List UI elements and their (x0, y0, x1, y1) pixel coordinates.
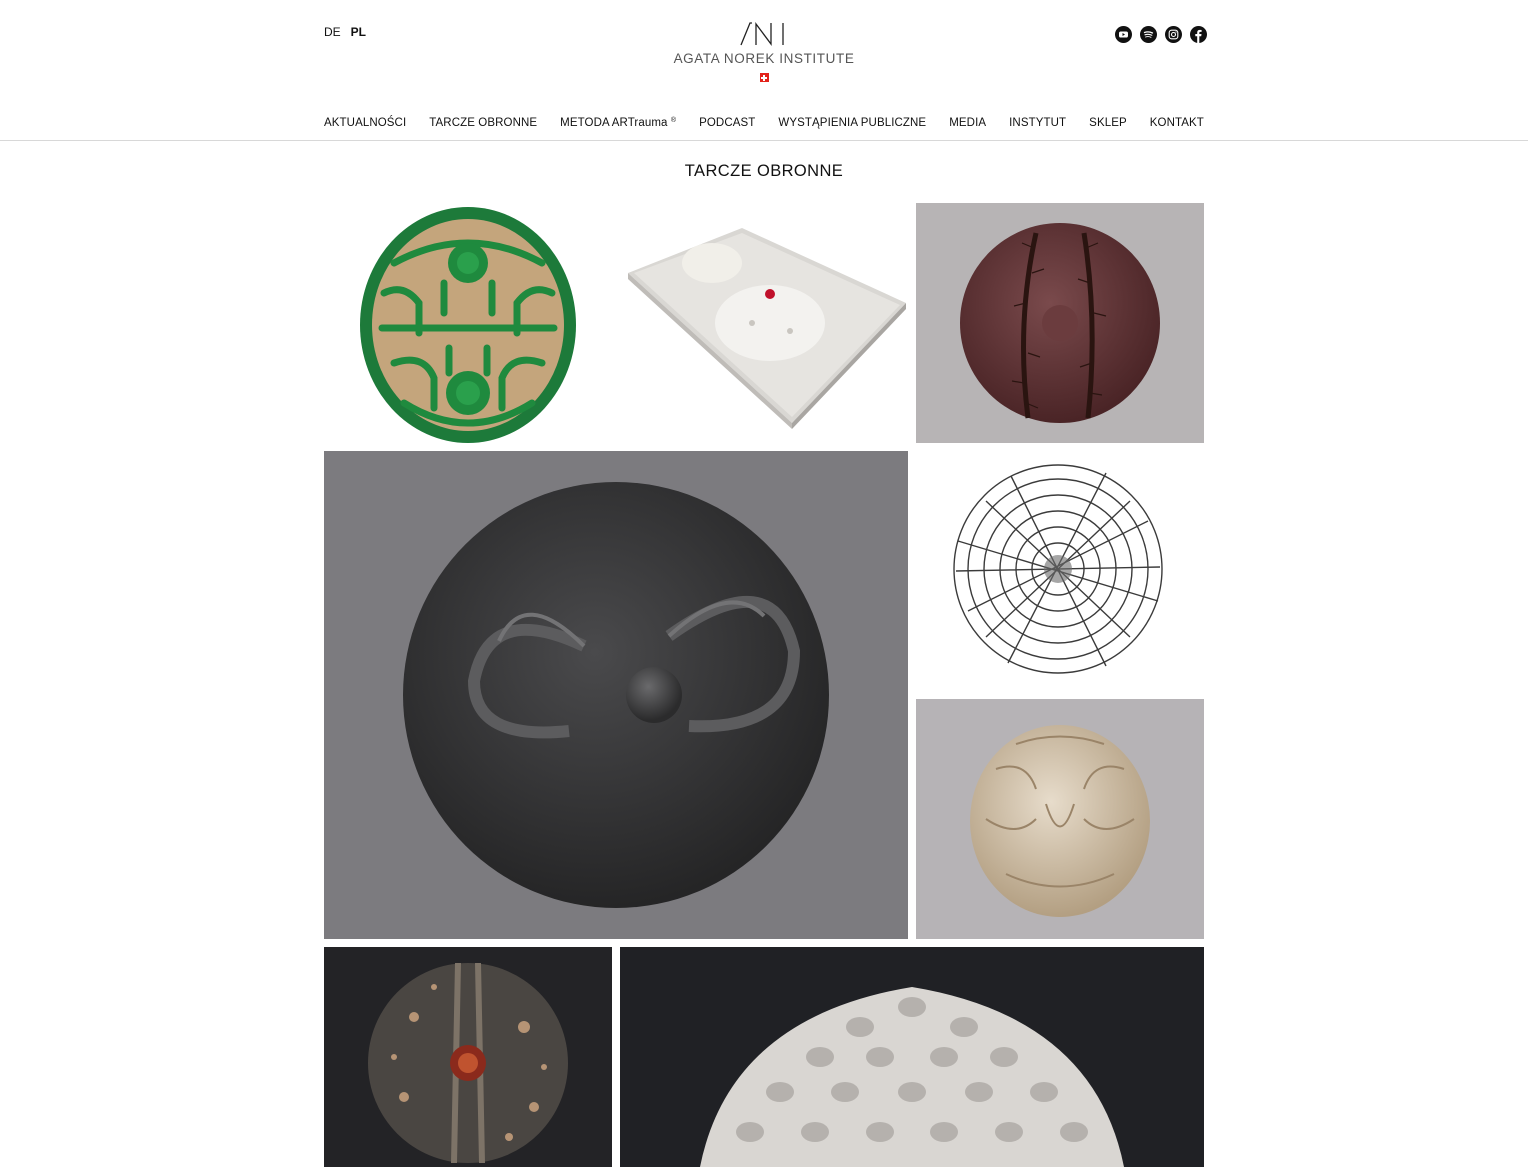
gallery-item-green-labyrinth-shield[interactable] (324, 203, 612, 443)
dark-spiral-shield-image (403, 482, 829, 908)
registered-mark: ® (670, 117, 677, 124)
green-labyrinth-shield-image (360, 207, 576, 443)
white-heads-sculpture-image (700, 987, 1124, 1167)
lang-pl[interactable]: PL (351, 25, 366, 39)
facebook-icon[interactable] (1190, 26, 1207, 43)
page-title: TARCZE OBRONNE (684, 162, 844, 180)
ani-monogram-icon (740, 22, 784, 46)
gallery-item-thorn-shield[interactable] (916, 203, 1204, 443)
swiss-flag-icon (759, 73, 769, 82)
nav-tarcze-obronne[interactable]: TARCZE OBRONNE (429, 117, 537, 129)
gallery-item-white-heads-sculpture[interactable] (620, 947, 1204, 1167)
nav-podcast[interactable]: PODCAST (699, 117, 755, 129)
ceramic-face-shield-image (970, 725, 1150, 917)
nav-wystapienia-publiczne[interactable]: WYSTĄPIENIA PUBLICZNE (778, 117, 926, 129)
book-cover-image (628, 228, 906, 429)
gallery-item-floral-circle-shield[interactable] (324, 947, 612, 1167)
gallery-item-thorn-nest[interactable] (916, 451, 1204, 691)
nav-sklep[interactable]: SKLEP (1089, 117, 1127, 129)
spotify-icon[interactable] (1140, 26, 1157, 43)
nav-media[interactable]: MEDIA (949, 117, 986, 129)
language-switcher: DE PL (324, 25, 366, 39)
gallery-item-dark-spiral-shield[interactable] (324, 451, 908, 939)
thorn-nest-image (953, 464, 1163, 674)
gallery-item-book[interactable] (620, 203, 908, 443)
floral-circle-shield-image (368, 962, 568, 1164)
site-header: DE PL AGATA NOREK INSTITUTE AKTUALNOŚCI … (0, 0, 1528, 141)
nav-instytut[interactable]: INSTYTUT (1009, 117, 1066, 129)
social-links (1115, 26, 1207, 43)
nav-metoda-label: METODA ARTrauma (560, 117, 668, 129)
youtube-icon[interactable] (1115, 26, 1132, 43)
nav-metoda-artrauma[interactable]: METODA ARTrauma ® (560, 117, 676, 129)
brand-name: AGATA NOREK INSTITUTE (673, 51, 855, 66)
instagram-icon[interactable] (1165, 26, 1182, 43)
nav-aktualnosci[interactable]: AKTUALNOŚCI (324, 117, 406, 129)
lang-de[interactable]: DE (324, 25, 341, 39)
gallery-item-ceramic-face-shield[interactable] (916, 699, 1204, 939)
site-logo[interactable]: AGATA NOREK INSTITUTE (664, 22, 864, 82)
main-nav: AKTUALNOŚCI TARCZE OBRONNE METODA ARTrau… (324, 117, 1204, 129)
thorn-shield-image (960, 223, 1160, 423)
nav-kontakt[interactable]: KONTAKT (1150, 117, 1204, 129)
